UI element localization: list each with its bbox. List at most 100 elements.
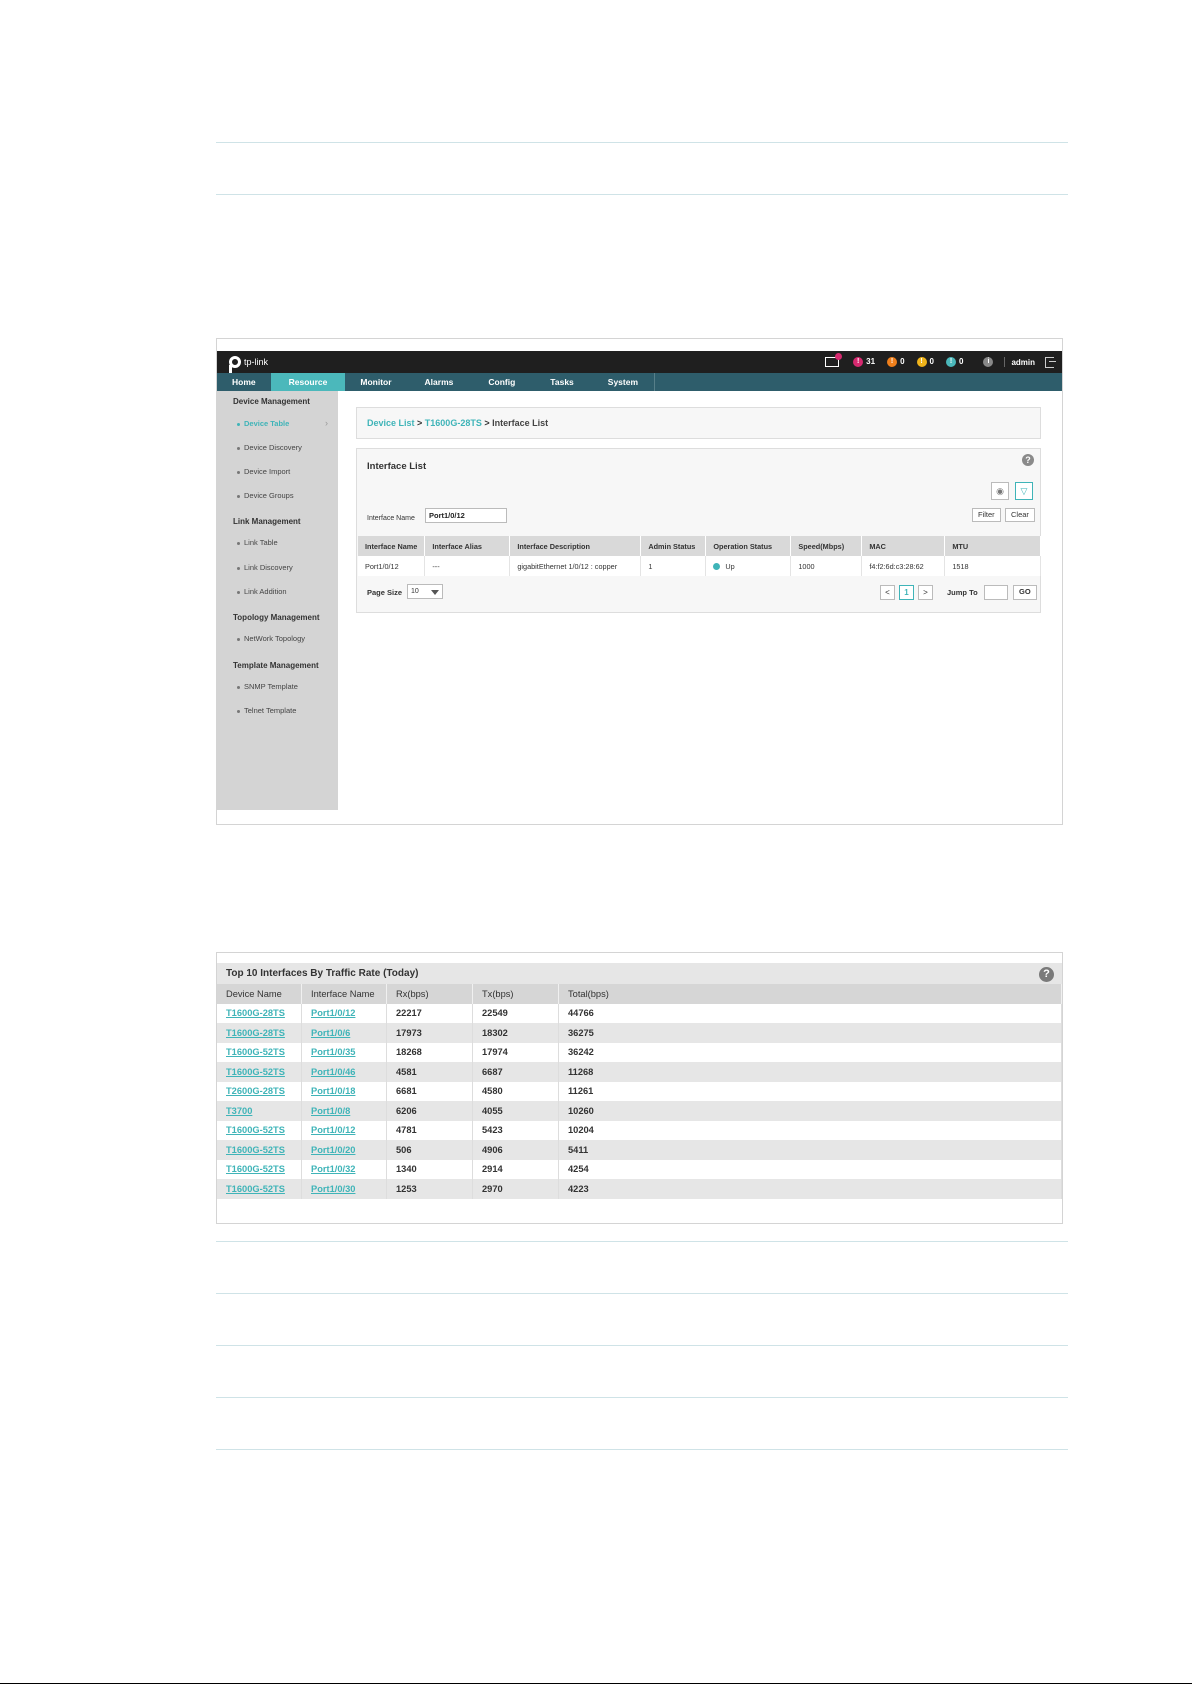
rx-value: 506 xyxy=(386,1140,473,1160)
interface-link[interactable]: Port1/0/12 xyxy=(301,1120,387,1140)
table-row[interactable]: Port1/0/12 --- gigabitEthernet 1/0/12 : … xyxy=(358,556,1041,576)
sidebar-item-link-table[interactable]: Link Table xyxy=(237,538,278,547)
sidebar-item-network-topology[interactable]: NetWork Topology xyxy=(237,634,305,643)
sidebar-item-link-discovery[interactable]: Link Discovery xyxy=(237,563,293,572)
device-link[interactable]: T1600G-52TS xyxy=(217,1042,302,1062)
device-link[interactable]: T2600G-28TS xyxy=(217,1081,302,1101)
table-row: T1600G-28TS Port1/0/12 22217 22549 44766 xyxy=(217,1003,1062,1023)
logout-icon[interactable] xyxy=(1045,356,1056,368)
page-size-select[interactable]: 10 xyxy=(407,584,443,599)
nav-resource[interactable]: Resource xyxy=(270,373,346,391)
cell-name: Port1/0/12 xyxy=(358,556,426,576)
total-value: 11261 xyxy=(558,1081,1062,1101)
col-interface-description[interactable]: Interface Description xyxy=(509,536,642,556)
filter-icon[interactable]: ▽ xyxy=(1015,482,1033,500)
sidebar-item-telnet-template[interactable]: Telnet Template xyxy=(237,706,296,715)
table-header-row: Interface Name Interface Alias Interface… xyxy=(358,536,1041,556)
sidebar-item-device-table[interactable]: Device Table xyxy=(237,419,289,428)
rx-value: 17973 xyxy=(386,1023,473,1043)
nav-system[interactable]: System xyxy=(592,373,654,391)
device-link[interactable]: T1600G-52TS xyxy=(217,1159,302,1179)
col-speed[interactable]: Speed(Mbps) xyxy=(790,536,863,556)
critical-alarm[interactable]: ! 31 xyxy=(853,357,875,367)
total-value: 4223 xyxy=(558,1179,1062,1199)
info-icon[interactable]: i xyxy=(983,357,994,367)
help-icon[interactable]: ? xyxy=(1022,454,1034,466)
table-row: T1600G-52TS Port1/0/32 1340 2914 4254 xyxy=(217,1159,1062,1179)
username[interactable]: admin xyxy=(1011,358,1035,367)
col-admin-status[interactable]: Admin Status xyxy=(640,536,707,556)
jump-to-input[interactable] xyxy=(984,585,1008,600)
sidebar-group-template-management: Template Management xyxy=(233,661,319,670)
minor-alarm[interactable]: ! 0 xyxy=(916,357,934,367)
nav-tasks[interactable]: Tasks xyxy=(532,373,591,391)
sidebar-group-topology-management: Topology Management xyxy=(233,613,320,622)
nav-monitor[interactable]: Monitor xyxy=(345,373,406,391)
table-row: T3700 Port1/0/8 6206 4055 10260 xyxy=(217,1101,1062,1121)
interface-link[interactable]: Port1/0/8 xyxy=(301,1101,387,1121)
nav-alarms[interactable]: Alarms xyxy=(407,373,472,391)
tp-link-logo[interactable]: tp-link xyxy=(229,353,268,373)
sidebar-item-device-discovery[interactable]: Device Discovery xyxy=(237,443,302,452)
col-mac[interactable]: MAC xyxy=(861,536,946,556)
filter-button[interactable]: Filter xyxy=(972,508,1001,522)
alarm-status: ! 31 ! 0 ! 0 ! 0 i admin xyxy=(825,351,1056,373)
device-link[interactable]: T1600G-52TS xyxy=(217,1120,302,1140)
rule-line xyxy=(216,1397,1068,1398)
device-link[interactable]: T1600G-28TS xyxy=(217,1003,302,1023)
breadcrumb-device[interactable]: T1600G-28TS xyxy=(425,418,482,428)
warning-alarm-icon: ! xyxy=(945,357,956,367)
breadcrumb-device-list[interactable]: Device List xyxy=(367,418,415,428)
critical-alarm-icon: ! xyxy=(853,357,864,367)
rx-value: 22217 xyxy=(386,1003,473,1023)
clear-button[interactable]: Clear xyxy=(1005,508,1035,522)
sidebar-item-snmp-template[interactable]: SNMP Template xyxy=(237,682,298,691)
mail-icon[interactable] xyxy=(825,353,843,367)
eye-icon[interactable]: ◉ xyxy=(991,482,1009,500)
go-button[interactable]: GO xyxy=(1013,585,1037,600)
breadcrumb-separator: > xyxy=(414,418,425,428)
warning-alarm[interactable]: ! 0 xyxy=(945,357,963,367)
sidebar-item-link-addition[interactable]: Link Addition xyxy=(237,587,287,596)
device-link[interactable]: T1600G-52TS xyxy=(217,1179,302,1199)
jump-to-label: Jump To xyxy=(947,588,978,597)
table-row: T1600G-52TS Port1/0/46 4581 6687 11268 xyxy=(217,1062,1062,1082)
device-link[interactable]: T3700 xyxy=(217,1101,302,1121)
table-row: T2600G-28TS Port1/0/18 6681 4580 11261 xyxy=(217,1081,1062,1101)
prev-page-button[interactable]: < xyxy=(880,585,895,600)
interface-link[interactable]: Port1/0/35 xyxy=(301,1042,387,1062)
table-row: T1600G-28TS Port1/0/6 17973 18302 36275 xyxy=(217,1023,1062,1043)
nav-home[interactable]: Home xyxy=(217,373,271,391)
sidebar-item-device-groups[interactable]: Device Groups xyxy=(237,491,294,500)
interface-link[interactable]: Port1/0/18 xyxy=(301,1081,387,1101)
nav-config[interactable]: Config xyxy=(471,373,532,391)
total-value: 44766 xyxy=(558,1003,1062,1023)
top-bar: tp-link ! 31 ! 0 ! 0 ! 0 i admin xyxy=(217,351,1062,373)
interface-name-input[interactable]: Port1/0/12 xyxy=(425,508,507,523)
interface-link[interactable]: Port1/0/6 xyxy=(301,1023,387,1043)
page-1-button[interactable]: 1 xyxy=(899,585,914,600)
device-link[interactable]: T1600G-52TS xyxy=(217,1140,302,1160)
major-alarm[interactable]: ! 0 xyxy=(887,357,905,367)
status-up-icon xyxy=(713,563,721,571)
sidebar-item-device-import[interactable]: Device Import xyxy=(237,467,290,476)
rule-line xyxy=(216,1241,1068,1242)
interface-link[interactable]: Port1/0/20 xyxy=(301,1140,387,1160)
next-page-button[interactable]: > xyxy=(918,585,933,600)
interface-link[interactable]: Port1/0/46 xyxy=(301,1062,387,1082)
critical-count: 31 xyxy=(866,357,876,367)
col-mtu[interactable]: MTU xyxy=(944,536,1041,556)
col-operation-status[interactable]: Operation Status xyxy=(705,536,792,556)
device-link[interactable]: T1600G-28TS xyxy=(217,1023,302,1043)
device-link[interactable]: T1600G-52TS xyxy=(217,1062,302,1082)
interface-link[interactable]: Port1/0/12 xyxy=(301,1003,387,1023)
interface-link[interactable]: Port1/0/30 xyxy=(301,1179,387,1199)
top-interfaces-screenshot: Top 10 Interfaces By Traffic Rate (Today… xyxy=(216,952,1063,1224)
total-value: 4254 xyxy=(558,1159,1062,1179)
col-interface-name[interactable]: Interface Name xyxy=(358,536,426,556)
col-interface-alias[interactable]: Interface Alias xyxy=(424,536,511,556)
interface-link[interactable]: Port1/0/32 xyxy=(301,1159,387,1179)
rx-value: 18268 xyxy=(386,1042,473,1062)
rule-line xyxy=(216,1345,1068,1346)
help-icon[interactable]: ? xyxy=(1039,967,1054,982)
